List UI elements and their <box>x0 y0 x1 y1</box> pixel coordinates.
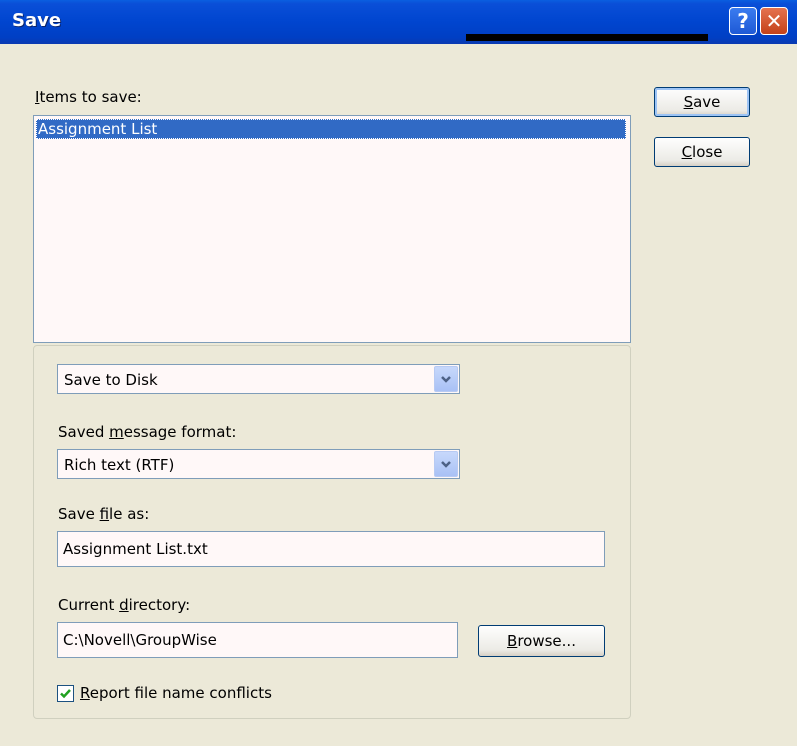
message-format-label: Saved message format: <box>58 423 237 441</box>
chevron-down-icon[interactable] <box>434 366 458 392</box>
list-item[interactable]: Assignment List <box>36 119 626 139</box>
chevron-down-icon[interactable] <box>434 451 458 477</box>
checkmark-icon <box>60 689 71 699</box>
message-format-select[interactable]: Rich text (RTF) <box>57 449 460 479</box>
title-bar[interactable]: Save ? ✕ <box>0 0 797 44</box>
help-icon: ? <box>737 9 749 33</box>
items-listbox[interactable]: Assignment List <box>33 115 631 343</box>
window-title: Save <box>12 10 62 31</box>
filename-input[interactable] <box>58 532 604 566</box>
directory-input[interactable] <box>58 623 457 657</box>
save-button[interactable]: Save <box>654 87 750 117</box>
close-icon: ✕ <box>765 9 783 33</box>
close-button[interactable]: Close <box>654 137 750 167</box>
destination-value: Save to Disk <box>64 371 158 389</box>
save-file-as-label: Save file as: <box>58 505 150 523</box>
close-window-button[interactable]: ✕ <box>760 7 788 35</box>
title-bar-field <box>466 34 708 41</box>
message-format-value: Rich text (RTF) <box>64 456 175 474</box>
help-button[interactable]: ? <box>729 7 757 35</box>
filename-field[interactable] <box>57 531 605 567</box>
directory-field[interactable] <box>57 622 458 658</box>
items-to-save-label: Items to save: <box>35 88 142 106</box>
destination-select[interactable]: Save to Disk <box>57 364 460 394</box>
report-conflicts-label[interactable]: Report file name conflicts <box>80 684 272 702</box>
browse-button[interactable]: Browse... <box>478 625 605 657</box>
current-directory-label: Current directory: <box>58 596 191 614</box>
report-conflicts-checkbox[interactable] <box>57 685 74 702</box>
